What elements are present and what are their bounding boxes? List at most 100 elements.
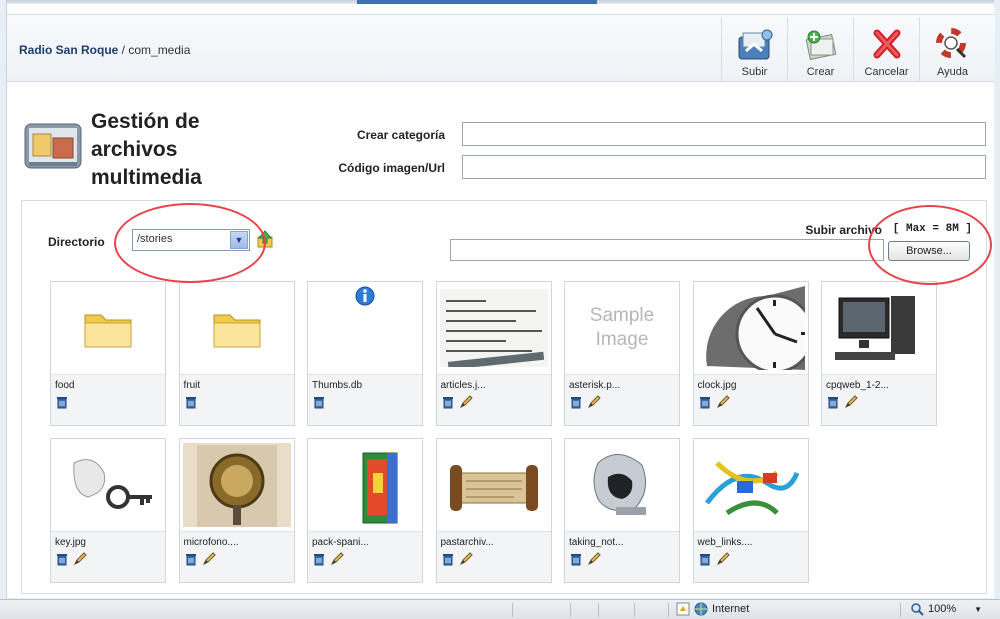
trash-icon[interactable] (184, 395, 198, 409)
create-category-input[interactable] (462, 122, 986, 146)
image-thumbnail[interactable] (180, 439, 294, 531)
pencil-icon[interactable] (587, 552, 601, 566)
file-item[interactable]: cpqweb_1-2... (821, 281, 937, 426)
image-thumbnail[interactable] (437, 282, 551, 374)
security-zone-label: Internet (712, 603, 750, 615)
pencil-icon[interactable] (202, 552, 216, 566)
upload-button-label: Subir (741, 66, 768, 78)
file-actions (698, 552, 730, 566)
file-name: fruit (183, 380, 201, 391)
pencil-icon[interactable] (73, 552, 87, 566)
cancel-button[interactable]: Cancelar (853, 17, 919, 81)
upload-button[interactable]: Subir (721, 17, 787, 81)
file-item[interactable]: pastarchiv... (435, 438, 552, 583)
trash-icon[interactable] (312, 552, 326, 566)
image-thumbnail[interactable] (694, 439, 808, 531)
file-item[interactable]: key.jpg (50, 438, 166, 583)
file-item[interactable]: web_links.... (692, 438, 809, 583)
page-title: Gestión de archivos multimedia (91, 110, 202, 189)
file-name: key.jpg (55, 537, 86, 548)
file-meta: microfono.... (179, 531, 294, 582)
folder-item[interactable]: food (50, 281, 166, 426)
pencil-icon[interactable] (844, 395, 858, 409)
file-meta: pastarchiv... (436, 531, 551, 582)
sample-line-2: Image (595, 329, 649, 350)
pencil-icon[interactable] (587, 395, 601, 409)
file-item[interactable]: microfono.... (178, 438, 295, 583)
pencil-icon[interactable] (459, 552, 473, 566)
image-thumbnail[interactable] (51, 439, 165, 531)
file-name: web_links.... (697, 537, 753, 548)
image-thumbnail[interactable] (822, 282, 936, 374)
pencil-icon[interactable] (330, 552, 344, 566)
chevron-down-icon[interactable]: ▼ (974, 605, 982, 614)
file-item[interactable]: Sample Image asterisk.p... (564, 281, 680, 426)
window-tab-accent (357, 0, 597, 4)
create-category-label: Crear categoría (356, 128, 445, 142)
trash-icon[interactable] (698, 395, 712, 409)
info-icon[interactable] (308, 282, 422, 374)
folder-icon[interactable] (51, 282, 165, 374)
create-folder-icon (805, 30, 836, 61)
status-divider (598, 603, 599, 617)
help-lifebuoy-icon (935, 28, 966, 59)
file-actions (184, 395, 198, 409)
file-actions (698, 395, 730, 409)
breadcrumb-path: / com_media (118, 43, 191, 57)
image-thumbnail[interactable] (694, 282, 808, 374)
toolbar: Subir Crear Cancelar Ayuda (721, 17, 985, 81)
magnifier-icon (911, 603, 924, 616)
security-zone[interactable]: Internet (676, 602, 749, 616)
file-actions (826, 395, 858, 409)
upload-file-input[interactable] (450, 239, 884, 261)
zoom-control[interactable]: 100% ▼ (910, 602, 982, 616)
image-thumbnail[interactable] (565, 439, 679, 531)
file-actions (55, 552, 87, 566)
trash-icon[interactable] (55, 552, 69, 566)
file-item[interactable]: taking_not... (564, 438, 680, 583)
file-item[interactable]: articles.j... (435, 281, 552, 426)
create-button[interactable]: Crear (787, 17, 853, 81)
status-divider (668, 603, 669, 617)
trash-icon[interactable] (184, 552, 198, 566)
image-thumbnail[interactable]: Sample Image (565, 282, 679, 374)
file-name: pastarchiv... (440, 537, 494, 548)
folder-icon[interactable] (180, 282, 294, 374)
image-thumbnail[interactable] (308, 439, 422, 531)
trash-icon[interactable] (441, 552, 455, 566)
globe-icon (694, 602, 708, 616)
media-manager-icon (24, 123, 82, 169)
file-item[interactable]: clock.jpg (692, 281, 809, 426)
status-divider (900, 603, 901, 617)
trash-icon[interactable] (569, 552, 583, 566)
image-code-input[interactable] (462, 155, 986, 179)
image-thumbnail[interactable] (437, 439, 551, 531)
file-meta: web_links.... (693, 531, 808, 582)
file-name: asterisk.p... (569, 380, 621, 391)
admin-header: Radio San Roque / com_media Subir Crear … (7, 14, 995, 82)
trash-icon[interactable] (441, 395, 455, 409)
annotation-ellipse-upload (868, 205, 992, 285)
browser-status-bar: Internet 100% ▼ (0, 599, 1000, 619)
pencil-icon[interactable] (716, 395, 730, 409)
trash-icon[interactable] (312, 395, 326, 409)
file-name: taking_not... (569, 537, 624, 548)
annotation-ellipse-directory (114, 203, 266, 283)
trash-icon[interactable] (698, 552, 712, 566)
folder-item[interactable]: fruit (178, 281, 295, 426)
file-actions (569, 395, 601, 409)
trash-icon[interactable] (55, 395, 69, 409)
sample-image-placeholder: Sample Image (590, 304, 654, 352)
help-button[interactable]: Ayuda (919, 17, 985, 81)
page: Radio San Roque / com_media Subir Crear … (6, 0, 995, 598)
file-actions (441, 395, 473, 409)
file-item[interactable]: Thumbs.db (307, 281, 423, 426)
trash-icon[interactable] (569, 395, 583, 409)
trash-icon[interactable] (826, 395, 840, 409)
pencil-icon[interactable] (716, 552, 730, 566)
file-name: food (55, 380, 75, 391)
file-actions (312, 395, 326, 409)
file-item[interactable]: pack-spani... (307, 438, 423, 583)
breadcrumb-site[interactable]: Radio San Roque (19, 43, 118, 57)
pencil-icon[interactable] (459, 395, 473, 409)
